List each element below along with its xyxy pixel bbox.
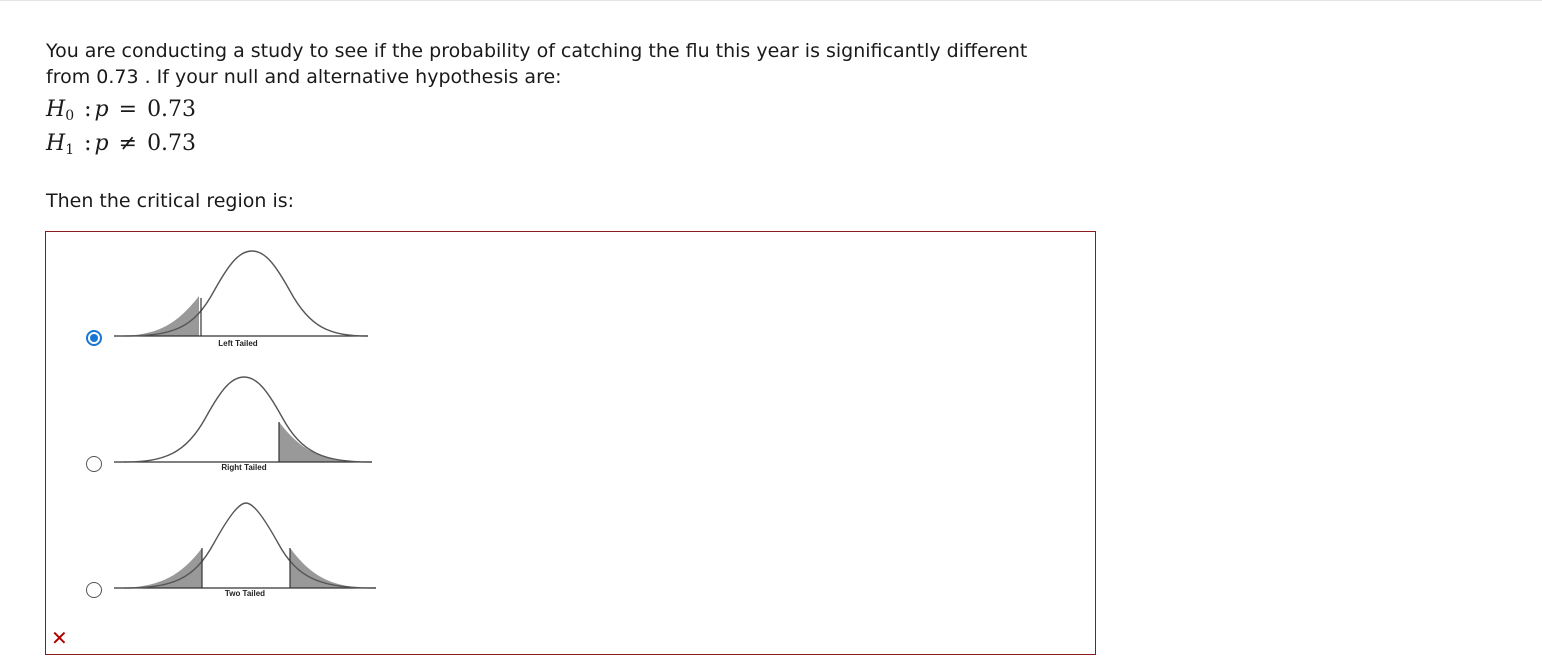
hypotheses: H0 :p = 0.73 H1 :p ≠ 0.73 bbox=[46, 96, 196, 164]
radio-two-tailed[interactable] bbox=[86, 582, 102, 598]
answer-choices: Left Tailed Right Tailed Two Tailed ✕ bbox=[45, 231, 1096, 655]
top-divider bbox=[0, 0, 1542, 1]
prompt-text: Then the critical region is: bbox=[46, 190, 295, 212]
null-hypothesis: H0 :p = 0.73 bbox=[46, 97, 197, 124]
option-left-tailed[interactable]: Left Tailed bbox=[46, 232, 406, 348]
question-text: You are conducting a study to see if the… bbox=[46, 38, 1086, 90]
h0-value: 0.73 bbox=[147, 97, 197, 122]
option-two-tailed[interactable]: Two Tailed bbox=[46, 482, 406, 598]
question-line-2: from 0.73 . If your null and alternative… bbox=[46, 66, 562, 88]
right-tail-shading bbox=[279, 422, 372, 462]
h0-operator: = bbox=[118, 97, 138, 122]
radio-left-tailed[interactable] bbox=[86, 330, 102, 346]
two-tail-left-shading bbox=[114, 548, 202, 588]
radio-right-tailed[interactable] bbox=[86, 456, 102, 472]
option-right-tailed[interactable]: Right Tailed bbox=[46, 356, 406, 472]
h0-subscript: 0 bbox=[65, 108, 75, 124]
h1-subscript: 1 bbox=[65, 142, 75, 158]
label-two-tailed: Two Tailed bbox=[224, 589, 266, 598]
left-tail-shading bbox=[114, 296, 199, 336]
two-tail-right-shading bbox=[290, 548, 376, 588]
h0-symbol: H bbox=[46, 97, 66, 122]
h0-variable: p bbox=[94, 97, 109, 122]
h1-symbol: H bbox=[46, 131, 66, 156]
label-left-tailed: Left Tailed bbox=[218, 339, 258, 348]
x-mark-icon: ✕ bbox=[51, 626, 68, 650]
label-right-tailed: Right Tailed bbox=[221, 463, 267, 472]
h1-operator: ≠ bbox=[118, 131, 138, 156]
alternative-hypothesis: H1 :p ≠ 0.73 bbox=[46, 131, 197, 158]
question-line-1: You are conducting a study to see if the… bbox=[46, 40, 1028, 62]
h1-value: 0.73 bbox=[147, 131, 197, 156]
h1-variable: p bbox=[94, 131, 109, 156]
